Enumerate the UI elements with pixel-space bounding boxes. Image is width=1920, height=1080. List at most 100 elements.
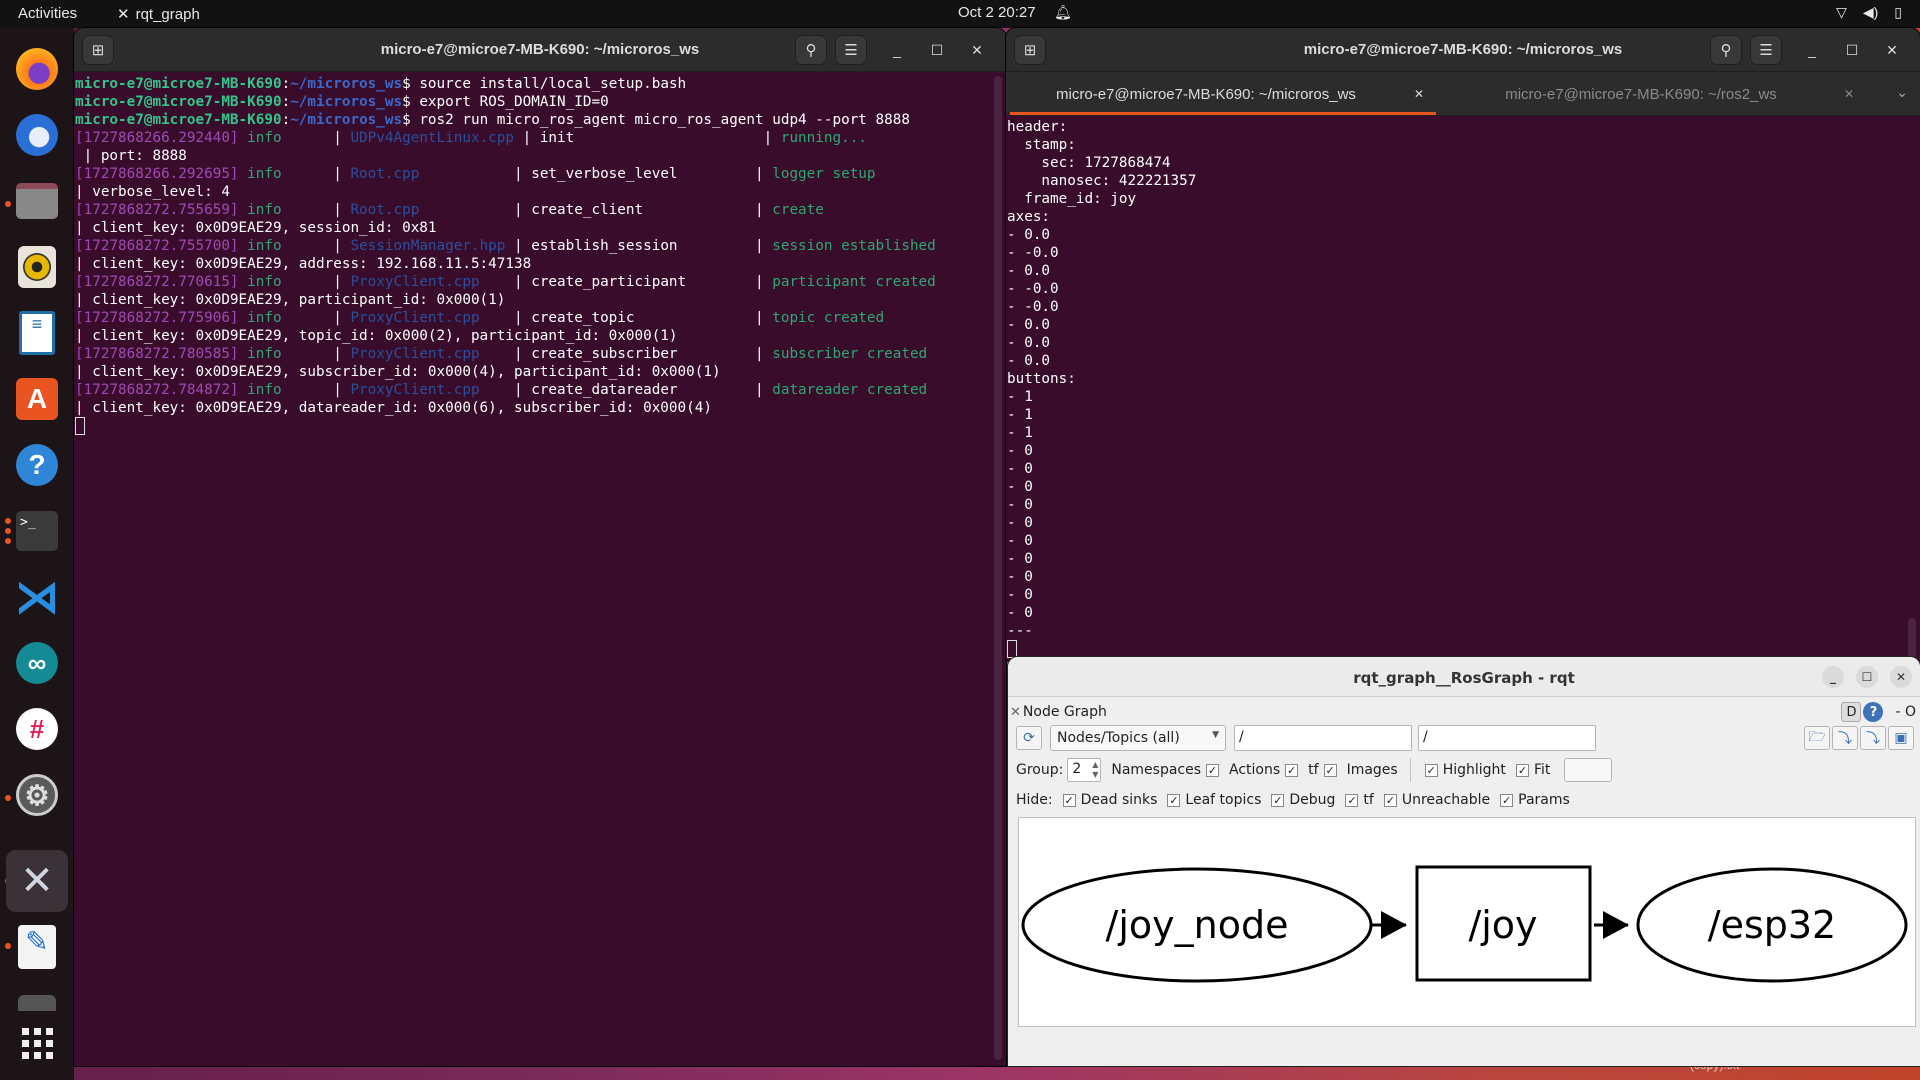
save-image-button[interactable]: ▣ (1888, 726, 1914, 750)
hide-dead-sinks-checkbox[interactable]: ✓ Dead sinks (1062, 792, 1157, 808)
tab-ros2-ws[interactable]: micro-e7@microe7-MB-K690: ~/ros2_ws ✕ (1446, 72, 1866, 116)
hide-unreachable-checkbox[interactable]: ✓ Unreachable (1383, 792, 1490, 808)
dock-thunderbird[interactable] (12, 110, 62, 160)
minimize-button[interactable]: _ (1822, 666, 1844, 688)
check-icon: ✓ (1424, 763, 1438, 777)
hide-params-checkbox[interactable]: ✓ Params (1500, 792, 1570, 808)
dropdown-arrow-icon: ▼ (1212, 730, 1219, 740)
close-button[interactable]: ✕ (1882, 40, 1902, 60)
dock-arduino[interactable]: ∞ (12, 638, 62, 688)
help-button[interactable]: ? (1863, 702, 1884, 722)
namespaces-checkbox[interactable]: Namespaces ✓ (1111, 762, 1220, 778)
maximize-button[interactable]: ☐ (1856, 666, 1878, 688)
output-line: stamp: (1007, 137, 1076, 153)
left-terminal-titlebar[interactable]: ⊞ micro-e7@microe7-MB-K690: ~/microros_w… (74, 28, 1006, 72)
cursor-line (75, 417, 1006, 435)
actions-checkbox[interactable]: Actions ✓ (1229, 762, 1299, 778)
terminal-output[interactable]: header: stamp: sec: 1727868474 nanosec: … (1006, 118, 1920, 660)
tab-microros-ws[interactable]: micro-e7@microe7-MB-K690: ~/microros_ws … (1006, 72, 1436, 116)
maximize-button[interactable]: ☐ (1842, 40, 1862, 60)
close-tab-icon[interactable]: ✕ (1844, 87, 1854, 101)
log-sep: | (333, 130, 351, 146)
notification-bell-icon[interactable]: 🔔︎ (1054, 4, 1072, 21)
load-dot-button[interactable]: 🗁 (1804, 726, 1830, 750)
window-title: rqt_graph__RosGraph - rqt (1353, 669, 1575, 687)
rqt-titlebar[interactable]: rqt_graph__RosGraph - rqt _ ☐ ✕ (1008, 657, 1920, 697)
minimize-button[interactable]: _ (1802, 40, 1822, 60)
hide-tf-checkbox[interactable]: ✓ tf (1345, 792, 1374, 808)
log-file: Root.cpp (350, 166, 514, 182)
dock-rqt[interactable]: ✕ (6, 850, 68, 912)
tf-checkbox[interactable]: tf ✓ (1308, 762, 1337, 778)
refresh-button[interactable]: ⟳ (1016, 726, 1042, 750)
node-filter-input[interactable]: / (1234, 725, 1412, 751)
dock-toggle-button[interactable]: D (1841, 702, 1862, 722)
tools-icon: ✕ (20, 859, 54, 903)
close-tab-icon[interactable]: ✕ (1414, 87, 1424, 101)
log-timestamp: [1727868272.755700] (75, 238, 239, 254)
separator (1409, 758, 1411, 782)
system-tray[interactable]: ▽ ◀) ▯ (1836, 4, 1902, 21)
fit-in-view-button[interactable] (1564, 758, 1613, 782)
close-button[interactable]: ✕ (967, 40, 987, 60)
app-menu[interactable]: ✕ rqt_graph (117, 5, 200, 24)
log-detail-line: | client_key: 0x0D9EAE29, datareader_id:… (75, 399, 1006, 417)
close-icon: ✕ (1895, 670, 1907, 684)
terminal-output[interactable]: micro-e7@microe7-MB-K690:~/microros_ws$ … (74, 75, 1006, 1066)
activities-button[interactable]: Activities (18, 5, 77, 22)
tabs-dropdown-icon[interactable]: ⌄ (1896, 84, 1908, 101)
prompt-sep: : (281, 112, 291, 128)
dock-firefox[interactable] (12, 44, 62, 94)
log-detail-line: | verbose_level: 4 (75, 183, 1006, 201)
running-indicator (5, 538, 11, 544)
dock-app-center[interactable]: A (12, 374, 62, 424)
fit-checkbox[interactable]: ✓ Fit (1515, 762, 1551, 778)
dock-slack[interactable]: # (12, 704, 62, 754)
maximize-button[interactable]: ☐ (927, 40, 947, 60)
log-line: [1727868266.292695] info | Root.cpp | se… (75, 165, 1006, 183)
minimize-button[interactable]: _ (887, 40, 907, 60)
check-icon: ✓ (1167, 793, 1181, 807)
show-apps-button[interactable] (12, 1018, 62, 1068)
view-mode-select[interactable]: Nodes/Topics (all) ▼ (1050, 725, 1226, 751)
right-terminal-titlebar[interactable]: ⊞ micro-e7@microe7-MB-K690: ~/microros_w… (1006, 28, 1920, 72)
node-label: /joy_node (1106, 903, 1289, 947)
close-button[interactable]: ✕ (1890, 666, 1912, 688)
scrollbar[interactable] (994, 76, 1002, 1060)
hide-debug-checkbox[interactable]: ✓ Debug (1271, 792, 1335, 808)
rqt-graph-window: rqt_graph__RosGraph - rqt _ ☐ ✕ ✕ Node G… (1008, 657, 1920, 1066)
check-icon: ✓ (1062, 793, 1076, 807)
dock-help[interactable]: ? (12, 440, 62, 490)
scrollbar[interactable] (1908, 618, 1916, 658)
checkbox-label: Fit (1533, 762, 1551, 778)
save-svg-button[interactable]: ⤵ (1860, 726, 1886, 750)
highlight-checkbox[interactable]: ✓ Highlight (1424, 762, 1506, 778)
hide-leaf-topics-checkbox[interactable]: ✓ Leaf topics (1167, 792, 1261, 808)
dock-text-editor[interactable]: ✎ (12, 922, 62, 972)
topic-filter-input[interactable]: / (1418, 725, 1596, 751)
save-dot-icon: ⤵ (1838, 731, 1852, 747)
minimize-icon: _ (1830, 670, 1836, 684)
clock[interactable]: Oct 2 20:27 (958, 4, 1036, 21)
dock-files[interactable] (12, 176, 62, 226)
log-function: | create_datareader (514, 382, 756, 398)
plugin-close-controls[interactable]: - O (1895, 704, 1916, 720)
log-timestamp: [1727868266.292440] (75, 130, 239, 146)
search-button[interactable]: ⚲ (1710, 35, 1742, 65)
output-line: header: (1007, 119, 1068, 135)
log-timestamp: [1727868272.780585] (75, 346, 239, 362)
group-spinbox[interactable]: 2 ▲ ▼ (1067, 758, 1102, 782)
images-checkbox[interactable]: Images (1347, 762, 1398, 778)
dock-writer[interactable]: ≡ (12, 308, 62, 358)
save-dot-button[interactable]: ⤵ (1832, 726, 1858, 750)
menu-button[interactable]: ☰ (1750, 35, 1782, 65)
prompt-path: ~/microros_ws (290, 112, 403, 128)
dock-terminal[interactable]: >_ (12, 506, 62, 556)
dock-settings[interactable]: ⚙ (12, 770, 62, 820)
search-button[interactable]: ⚲ (795, 35, 827, 65)
dock-vscode[interactable]: ⋊ (12, 572, 62, 622)
graph-canvas[interactable]: /joy_node /joy /esp32 (1018, 817, 1916, 1027)
menu-button[interactable]: ☰ (835, 35, 867, 65)
dock-rhythmbox[interactable] (12, 242, 62, 292)
writer-icon: ≡ (19, 311, 55, 355)
